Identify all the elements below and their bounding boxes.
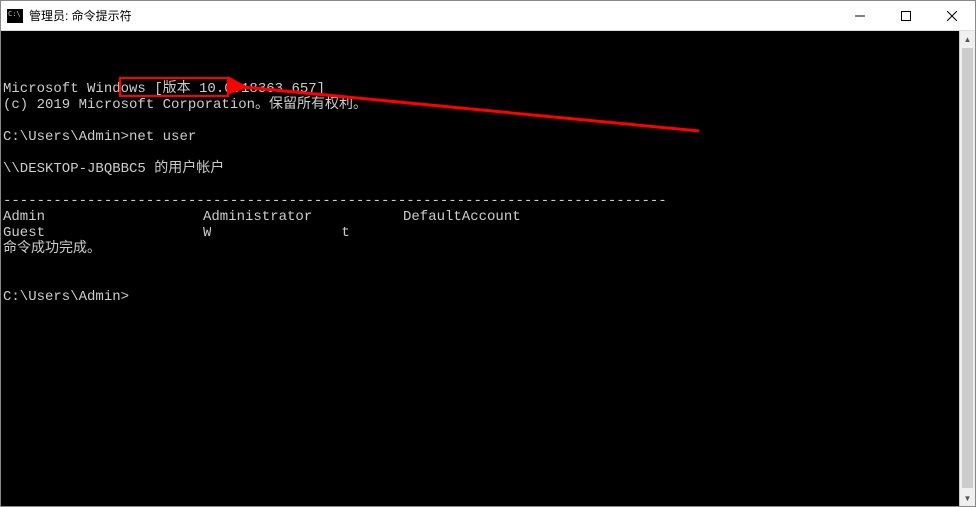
prompt-command: net user (129, 129, 196, 145)
terminal-area[interactable]: Microsoft Windows [版本 10.0.18363.657] (c… (1, 31, 975, 506)
cmd-window: 管理员: 命令提示符 Microsoft Windows [版本 10.0.18… (0, 0, 976, 507)
window-title: 管理员: 命令提示符 (29, 7, 132, 24)
copyright-line: (c) 2019 Microsoft Corporation。保留所有权利。 (3, 97, 367, 113)
titlebar-left: 管理员: 命令提示符 (7, 7, 132, 24)
user-cell: Wt (203, 225, 403, 241)
user-cell-partial: W (203, 225, 211, 241)
prompt-path: C:\Users\Admin> (3, 129, 129, 145)
scroll-thumb[interactable] (962, 48, 973, 488)
success-line: 命令成功完成。 (3, 241, 101, 257)
prompt-path: C:\Users\Admin> (3, 289, 129, 305)
maximize-button[interactable] (883, 1, 929, 30)
vertical-scrollbar[interactable]: ▲ ▼ (959, 31, 975, 506)
terminal-content: Microsoft Windows [版本 10.0.18363.657] (c… (3, 65, 975, 321)
divider-line: ----------------------------------------… (3, 193, 667, 209)
accounts-header: \\DESKTOP-JBQBBC5 的用户帐户 (3, 161, 224, 177)
redacted-block (211, 225, 341, 239)
user-cell-partial: t (341, 225, 349, 241)
user-cell: DefaultAccount (403, 209, 603, 225)
user-cell: Admin (3, 209, 203, 225)
window-controls (837, 1, 975, 30)
minimize-button[interactable] (837, 1, 883, 30)
version-line: Microsoft Windows [版本 10.0.18363.657] (3, 81, 325, 97)
titlebar[interactable]: 管理员: 命令提示符 (1, 1, 975, 31)
cmd-icon (7, 9, 23, 23)
close-button[interactable] (929, 1, 975, 30)
user-cell: Administrator (203, 209, 403, 225)
scroll-down-arrow-icon[interactable]: ▼ (960, 490, 975, 506)
scroll-up-arrow-icon[interactable]: ▲ (960, 31, 975, 47)
user-cell: Guest (3, 225, 203, 241)
